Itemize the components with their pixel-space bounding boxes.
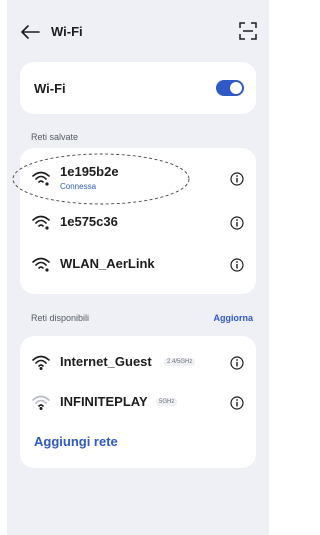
wifi-signal-icon: [32, 215, 50, 230]
info-icon[interactable]: [230, 258, 244, 272]
network-ssid: 1e575c36: [60, 214, 118, 229]
saved-network-row[interactable]: WLAN_AerLink: [20, 244, 256, 284]
band-badge: 2.4/5GHz: [164, 358, 196, 366]
wifi-signal-weak-icon: [32, 395, 50, 410]
available-network-row[interactable]: Internet_Guest 2.4/5GHz: [20, 342, 256, 382]
info-icon[interactable]: [230, 396, 244, 410]
wifi-settings-screen: Wi-Fi Wi-Fi Reti salvate 1e195b2e Connes…: [7, 0, 269, 535]
add-network-button[interactable]: Aggiungi rete: [34, 434, 118, 449]
dashed-highlight-ellipse: [12, 153, 190, 205]
info-icon[interactable]: [230, 356, 244, 370]
saved-network-row[interactable]: 1e575c36: [20, 202, 256, 242]
info-icon[interactable]: [230, 216, 244, 230]
band-badge: 5GHz: [156, 398, 178, 406]
header: Wi-Fi: [7, 0, 269, 62]
qr-scan-icon[interactable]: [239, 22, 257, 40]
network-ssid: INFINITEPLAY: [60, 394, 148, 409]
wifi-toggle-label: Wi-Fi: [34, 81, 66, 96]
page-title: Wi-Fi: [51, 24, 83, 39]
arrow-left-icon[interactable]: [19, 22, 41, 42]
network-ssid: Internet_Guest: [60, 354, 152, 369]
saved-networks-heading: Reti salvate: [31, 132, 79, 142]
available-networks-heading: Reti disponibili: [31, 313, 90, 323]
wifi-signal-icon: [32, 355, 50, 370]
available-network-row[interactable]: INFINITEPLAY 5GHz: [20, 382, 256, 422]
info-icon[interactable]: [230, 172, 244, 186]
network-ssid: WLAN_AerLink: [60, 256, 155, 271]
refresh-link[interactable]: Aggiorna: [214, 313, 254, 323]
wifi-signal-icon: [32, 257, 50, 272]
wifi-toggle-switch[interactable]: [216, 80, 244, 96]
available-networks-card: Internet_Guest 2.4/5GHz INFINITEPLAY 5GH…: [20, 336, 256, 468]
wifi-toggle-card: Wi-Fi: [20, 62, 256, 114]
